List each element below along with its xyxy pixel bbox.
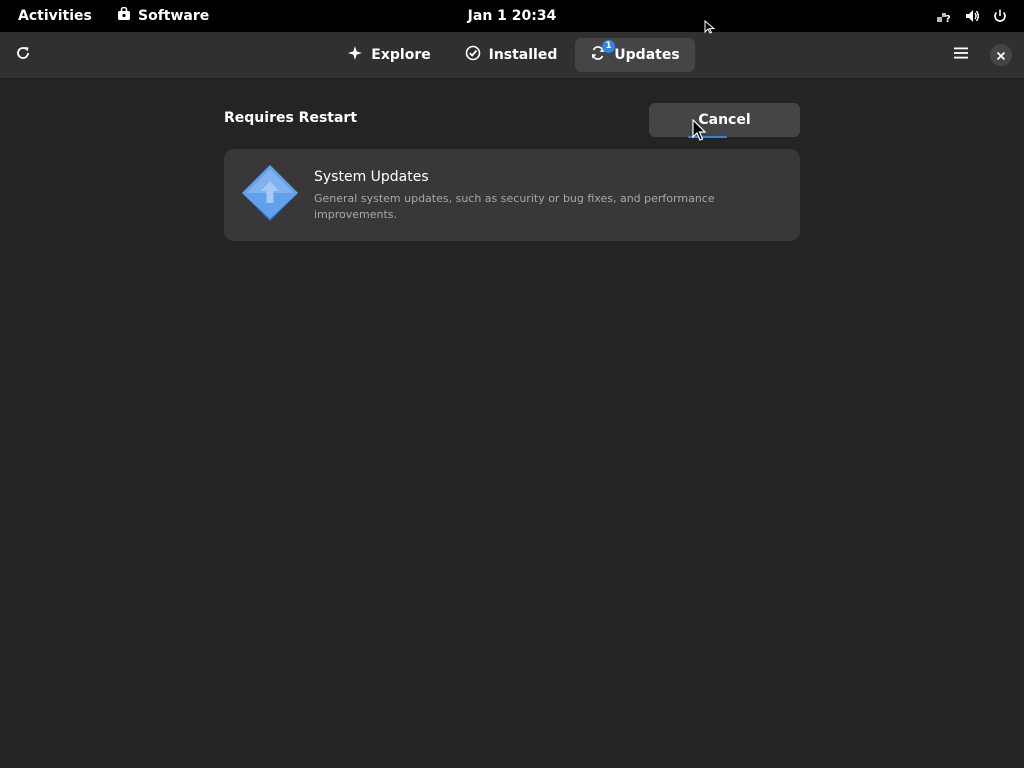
header-bar: Explore Installed 1 Updates (0, 32, 1024, 79)
app-menu[interactable]: Software (117, 0, 209, 32)
update-title: System Updates (314, 169, 429, 185)
software-bag-icon (117, 6, 131, 25)
tab-explore[interactable]: Explore (340, 38, 438, 72)
tab-label: Updates (614, 47, 680, 63)
network-unknown-icon[interactable]: ? (936, 8, 952, 24)
activities-button[interactable]: Activities (18, 0, 92, 32)
app-name: Software (138, 8, 210, 24)
system-updates-card[interactable]: System Updates General system updates, s… (224, 149, 800, 241)
tab-label: Explore (371, 47, 431, 63)
updates-count-badge: 1 (602, 40, 615, 53)
mouse-pointer-icon (704, 19, 718, 38)
hamburger-menu-icon (953, 45, 969, 65)
tab-updates[interactable]: 1 Updates (575, 38, 695, 72)
mouse-pointer-icon (692, 118, 707, 145)
tab-installed[interactable]: Installed (460, 38, 562, 72)
svg-text:?: ? (945, 14, 951, 24)
power-icon[interactable] (992, 8, 1008, 24)
system-update-arrow-icon (240, 163, 300, 223)
explore-star-icon (347, 45, 363, 65)
cancel-button[interactable]: Cancel (649, 103, 800, 137)
check-circle-icon (465, 45, 481, 65)
close-icon (996, 46, 1006, 65)
update-description: General system updates, such as security… (314, 192, 715, 221)
tab-label: Installed (488, 47, 558, 63)
clock[interactable]: Jan 1 20:34 (468, 8, 557, 24)
section-title: Requires Restart (224, 110, 358, 126)
system-tray[interactable]: ? (936, 0, 1008, 32)
main-menu-button[interactable] (944, 39, 978, 71)
volume-icon[interactable] (964, 8, 980, 24)
close-window-button[interactable] (990, 44, 1012, 66)
view-switcher: Explore Installed 1 Updates (0, 32, 1024, 78)
top-bar: Activities Software Jan 1 20:34 ? (0, 0, 1024, 32)
